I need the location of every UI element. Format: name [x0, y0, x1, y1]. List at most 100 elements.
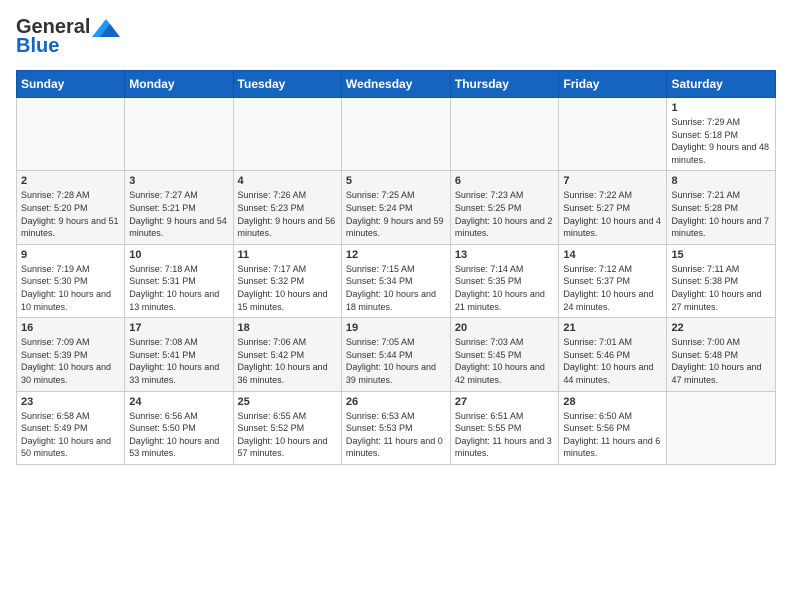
column-header-friday: Friday — [559, 71, 667, 98]
calendar-cell — [450, 98, 559, 171]
calendar-table: SundayMondayTuesdayWednesdayThursdayFrid… — [16, 70, 776, 465]
calendar-cell: 2 Sunrise: 7:28 AM Sunset: 5:20 PM Daylig… — [17, 171, 125, 244]
day-info: Sunrise: 7:03 AM Sunset: 5:45 PM Dayligh… — [455, 336, 555, 386]
day-info: Sunrise: 7:23 AM Sunset: 5:25 PM Dayligh… — [455, 189, 555, 239]
day-info: Sunrise: 6:58 AM Sunset: 5:49 PM Dayligh… — [21, 410, 120, 460]
day-info: Sunrise: 7:08 AM Sunset: 5:41 PM Dayligh… — [129, 336, 228, 386]
column-header-tuesday: Tuesday — [233, 71, 341, 98]
day-number: 19 — [346, 322, 446, 334]
day-info: Sunrise: 6:53 AM Sunset: 5:53 PM Dayligh… — [346, 410, 446, 460]
day-info: Sunrise: 7:14 AM Sunset: 5:35 PM Dayligh… — [455, 263, 555, 313]
column-header-sunday: Sunday — [17, 71, 125, 98]
day-number: 7 — [563, 175, 662, 187]
calendar-cell: 1 Sunrise: 7:29 AM Sunset: 5:18 PM Daylig… — [667, 98, 776, 171]
day-number: 9 — [21, 249, 120, 261]
day-info: Sunrise: 7:26 AM Sunset: 5:23 PM Dayligh… — [238, 189, 337, 239]
day-number: 15 — [671, 249, 771, 261]
day-number: 13 — [455, 249, 555, 261]
calendar-header-row: SundayMondayTuesdayWednesdayThursdayFrid… — [17, 71, 776, 98]
column-header-saturday: Saturday — [667, 71, 776, 98]
day-number: 16 — [21, 322, 120, 334]
day-number: 20 — [455, 322, 555, 334]
day-info: Sunrise: 7:15 AM Sunset: 5:34 PM Dayligh… — [346, 263, 446, 313]
calendar-cell: 22Sunrise: 7:00 AM Sunset: 5:48 PM Dayli… — [667, 318, 776, 391]
calendar-cell: 18 Sunrise: 7:06 AM Sunset: 5:42 PM Dayli… — [233, 318, 341, 391]
day-number: 18 — [238, 322, 337, 334]
calendar-cell: 27Sunrise: 6:51 AM Sunset: 5:55 PM Dayli… — [450, 391, 559, 464]
day-info: Sunrise: 7:09 AM Sunset: 5:39 PM Dayligh… — [21, 336, 120, 386]
logo-icon — [92, 19, 120, 37]
calendar-cell: 24 Sunrise: 6:56 AM Sunset: 5:50 PM Dayli… — [125, 391, 233, 464]
day-info: Sunrise: 6:51 AM Sunset: 5:55 PM Dayligh… — [455, 410, 555, 460]
calendar-cell: 11Sunrise: 7:17 AM Sunset: 5:32 PM Dayli… — [233, 244, 341, 317]
day-number: 4 — [238, 175, 337, 187]
day-info: Sunrise: 7:22 AM Sunset: 5:27 PM Dayligh… — [563, 189, 662, 239]
calendar-cell: 17 Sunrise: 7:08 AM Sunset: 5:41 PM Dayli… — [125, 318, 233, 391]
day-info: Sunrise: 7:21 AM Sunset: 5:28 PM Dayligh… — [671, 189, 771, 239]
calendar-cell: 9 Sunrise: 7:19 AM Sunset: 5:30 PM Daylig… — [17, 244, 125, 317]
day-info: Sunrise: 7:18 AM Sunset: 5:31 PM Dayligh… — [129, 263, 228, 313]
logo: General Blue — [16, 16, 120, 58]
calendar-cell: 14 Sunrise: 7:12 AM Sunset: 5:37 PM Dayli… — [559, 244, 667, 317]
calendar-cell — [341, 98, 450, 171]
calendar-week-2: 2 Sunrise: 7:28 AM Sunset: 5:20 PM Daylig… — [17, 171, 776, 244]
calendar-cell: 20 Sunrise: 7:03 AM Sunset: 5:45 PM Dayli… — [450, 318, 559, 391]
calendar-cell — [233, 98, 341, 171]
day-number: 5 — [346, 175, 446, 187]
calendar-cell: 21 Sunrise: 7:01 AM Sunset: 5:46 PM Dayli… — [559, 318, 667, 391]
calendar-cell: 10Sunrise: 7:18 AM Sunset: 5:31 PM Dayli… — [125, 244, 233, 317]
calendar-cell: 13 Sunrise: 7:14 AM Sunset: 5:35 PM Dayli… — [450, 244, 559, 317]
calendar-week-1: 1 Sunrise: 7:29 AM Sunset: 5:18 PM Daylig… — [17, 98, 776, 171]
calendar-week-3: 9 Sunrise: 7:19 AM Sunset: 5:30 PM Daylig… — [17, 244, 776, 317]
day-number: 8 — [671, 175, 771, 187]
day-info: Sunrise: 6:56 AM Sunset: 5:50 PM Dayligh… — [129, 410, 228, 460]
calendar-cell — [17, 98, 125, 171]
day-number: 21 — [563, 322, 662, 334]
day-info: Sunrise: 7:27 AM Sunset: 5:21 PM Dayligh… — [129, 189, 228, 239]
day-number: 2 — [21, 175, 120, 187]
calendar-cell: 15 Sunrise: 7:11 AM Sunset: 5:38 PM Dayli… — [667, 244, 776, 317]
day-info: Sunrise: 7:19 AM Sunset: 5:30 PM Dayligh… — [21, 263, 120, 313]
day-info: Sunrise: 6:50 AM Sunset: 5:56 PM Dayligh… — [563, 410, 662, 460]
calendar-week-5: 23 Sunrise: 6:58 AM Sunset: 5:49 PM Dayli… — [17, 391, 776, 464]
calendar-cell: 5 Sunrise: 7:25 AM Sunset: 5:24 PM Daylig… — [341, 171, 450, 244]
column-header-thursday: Thursday — [450, 71, 559, 98]
logo-blue: Blue — [16, 35, 59, 58]
day-number: 14 — [563, 249, 662, 261]
calendar-cell: 16 Sunrise: 7:09 AM Sunset: 5:39 PM Dayli… — [17, 318, 125, 391]
day-number: 22 — [671, 322, 771, 334]
day-number: 26 — [346, 396, 446, 408]
column-header-wednesday: Wednesday — [341, 71, 450, 98]
calendar-cell: 4 Sunrise: 7:26 AM Sunset: 5:23 PM Daylig… — [233, 171, 341, 244]
day-info: Sunrise: 6:55 AM Sunset: 5:52 PM Dayligh… — [238, 410, 337, 460]
calendar-cell — [559, 98, 667, 171]
calendar-cell — [125, 98, 233, 171]
day-info: Sunrise: 7:05 AM Sunset: 5:44 PM Dayligh… — [346, 336, 446, 386]
day-number: 17 — [129, 322, 228, 334]
calendar-cell: 3 Sunrise: 7:27 AM Sunset: 5:21 PM Daylig… — [125, 171, 233, 244]
day-info: Sunrise: 7:17 AM Sunset: 5:32 PM Dayligh… — [238, 263, 337, 313]
calendar-cell: 6Sunrise: 7:23 AM Sunset: 5:25 PM Daylig… — [450, 171, 559, 244]
day-number: 25 — [238, 396, 337, 408]
day-info: Sunrise: 7:25 AM Sunset: 5:24 PM Dayligh… — [346, 189, 446, 239]
day-number: 1 — [671, 102, 771, 114]
day-number: 23 — [21, 396, 120, 408]
calendar-cell: 8 Sunrise: 7:21 AM Sunset: 5:28 PM Daylig… — [667, 171, 776, 244]
day-number: 24 — [129, 396, 228, 408]
day-number: 12 — [346, 249, 446, 261]
calendar-cell — [667, 391, 776, 464]
calendar-cell: 19 Sunrise: 7:05 AM Sunset: 5:44 PM Dayli… — [341, 318, 450, 391]
calendar-cell: 23 Sunrise: 6:58 AM Sunset: 5:49 PM Dayli… — [17, 391, 125, 464]
calendar-cell: 7 Sunrise: 7:22 AM Sunset: 5:27 PM Daylig… — [559, 171, 667, 244]
day-info: Sunrise: 7:01 AM Sunset: 5:46 PM Dayligh… — [563, 336, 662, 386]
day-info: Sunrise: 7:06 AM Sunset: 5:42 PM Dayligh… — [238, 336, 337, 386]
calendar-cell: 28 Sunrise: 6:50 AM Sunset: 5:56 PM Dayli… — [559, 391, 667, 464]
day-number: 28 — [563, 396, 662, 408]
column-header-monday: Monday — [125, 71, 233, 98]
day-number: 3 — [129, 175, 228, 187]
calendar-cell: 12 Sunrise: 7:15 AM Sunset: 5:34 PM Dayli… — [341, 244, 450, 317]
day-info: Sunrise: 7:11 AM Sunset: 5:38 PM Dayligh… — [671, 263, 771, 313]
day-info: Sunrise: 7:28 AM Sunset: 5:20 PM Dayligh… — [21, 189, 120, 239]
day-info: Sunrise: 7:29 AM Sunset: 5:18 PM Dayligh… — [671, 116, 771, 166]
day-info: Sunrise: 7:12 AM Sunset: 5:37 PM Dayligh… — [563, 263, 662, 313]
